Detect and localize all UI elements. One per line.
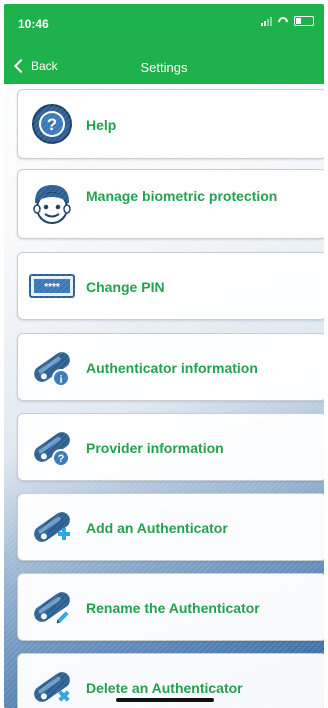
navigation-header: 10:46 Back Settings (4, 4, 324, 84)
status-icons (261, 16, 314, 26)
settings-item-change-pin[interactable]: **** Change PIN (17, 252, 324, 320)
rename-authenticator-icon (28, 583, 76, 631)
wifi-icon (277, 17, 289, 26)
pin-card-icon: **** (28, 262, 76, 310)
help-icon: ? (28, 100, 76, 148)
page-title: Settings (140, 60, 188, 75)
settings-item-label: Add an Authenticator (86, 520, 228, 536)
settings-item-biometric[interactable]: Manage biometric protection (17, 169, 324, 239)
svg-text:i: i (59, 374, 62, 386)
authenticator-info-icon: i (28, 343, 76, 391)
settings-item-label: Provider information (86, 440, 224, 456)
delete-authenticator-icon (28, 663, 76, 708)
cellular-signal-icon (261, 16, 272, 26)
settings-item-label: Rename the Authenticator (86, 600, 260, 616)
svg-text:?: ? (58, 453, 65, 465)
settings-item-rename-authenticator[interactable]: Rename the Authenticator (17, 573, 324, 641)
settings-item-authenticator-info[interactable]: i Authenticator information (17, 333, 324, 401)
battery-icon (294, 16, 314, 26)
settings-item-label: Authenticator information (86, 360, 258, 376)
add-authenticator-icon (28, 503, 76, 551)
svg-text:****: **** (44, 282, 60, 293)
settings-item-label: Help (86, 117, 117, 133)
settings-screen: 10:46 Back Settings ? Help Manage biomet… (4, 4, 324, 708)
settings-item-provider-info[interactable]: ? Provider information (17, 413, 324, 481)
svg-text:?: ? (47, 115, 57, 134)
face-icon (28, 180, 76, 228)
settings-item-label: Change PIN (86, 279, 165, 295)
settings-item-label: Manage biometric protection (86, 188, 278, 204)
settings-item-label: Delete an Authenticator (86, 680, 243, 696)
settings-item-help[interactable]: ? Help (17, 89, 324, 159)
status-time: 10:46 (18, 17, 49, 31)
provider-info-icon: ? (28, 423, 76, 471)
settings-item-add-authenticator[interactable]: Add an Authenticator (17, 493, 324, 561)
home-indicator[interactable] (116, 698, 214, 702)
